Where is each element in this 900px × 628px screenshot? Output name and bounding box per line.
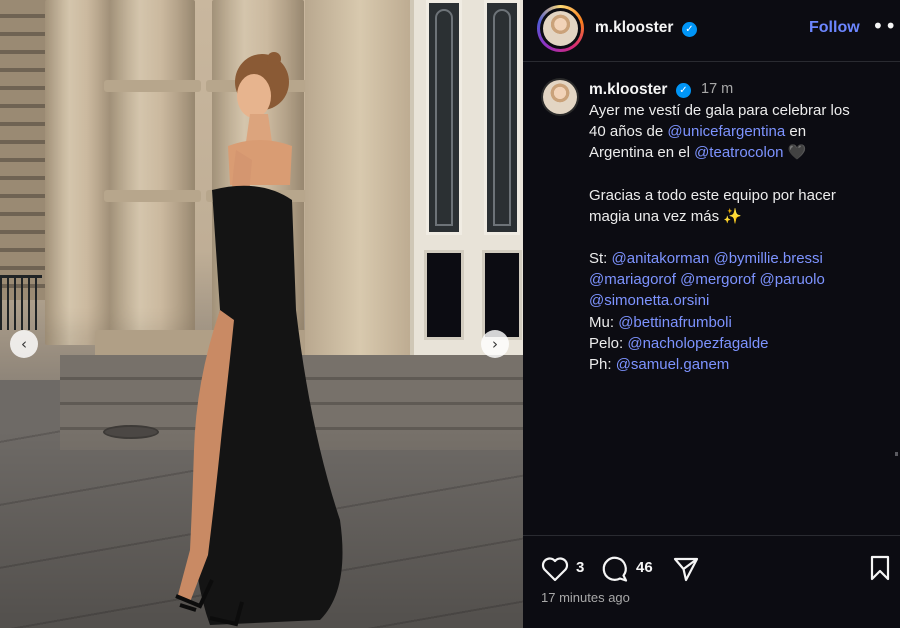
mention-link[interactable]: @mergorof — [680, 271, 755, 288]
background-building — [0, 0, 48, 300]
bookmark-icon[interactable] — [869, 555, 891, 581]
comment-count[interactable]: 46 — [636, 559, 653, 576]
column — [45, 0, 115, 345]
heart-icon[interactable] — [541, 556, 569, 582]
caption-line: Gracias a todo este equipo por hacer — [589, 185, 889, 206]
caption-text: en — [785, 123, 807, 141]
mention-link[interactable]: @samuel.ganem — [616, 356, 730, 373]
caption-line: St: @anitakorman @bymillie.bressi — [589, 248, 889, 269]
mention-link[interactable]: @simonetta.orsini — [589, 292, 709, 309]
caption-line: @simonetta.orsini — [589, 290, 889, 311]
post-header: m.klooster ✓ Follow ••• — [523, 0, 900, 62]
verified-badge-icon: ✓ — [682, 22, 697, 37]
carousel-prev-button[interactable]: ‹ — [10, 330, 38, 358]
author-username[interactable]: m.klooster — [595, 19, 673, 37]
caption-text: Gracias a todo este equipo por hacer — [589, 186, 836, 204]
author-avatar[interactable] — [537, 5, 584, 52]
iron-railing — [0, 275, 42, 330]
share-icon[interactable] — [672, 555, 700, 583]
caption-username[interactable]: m.klooster — [589, 81, 667, 99]
ornate-door — [410, 0, 523, 355]
caption-line: @mariagorof @mergorof @paruolo — [589, 269, 889, 290]
mention-link[interactable]: @bettinafrumboli — [618, 314, 732, 331]
follow-button[interactable]: Follow — [809, 19, 860, 37]
caption-text: 🖤 — [783, 144, 807, 162]
more-options-icon[interactable]: ••• — [872, 14, 900, 38]
caption-text: Mu: — [589, 313, 619, 331]
caption-text: Ayer me vestí de gala para celebrar los — [589, 102, 850, 119]
verified-badge-icon: ✓ — [676, 83, 691, 98]
mention-link[interactable]: @nacholopezfagalde — [627, 335, 768, 352]
caption-text: St: — [589, 250, 612, 268]
caption-line: magia una vez más ✨ — [589, 206, 889, 227]
post-details-panel: m.klooster ✓ Follow ••• m.klooster ✓ 17 … — [523, 0, 900, 628]
comment-icon[interactable] — [601, 555, 629, 583]
caption-text: 40 años de — [589, 123, 668, 141]
mention-link[interactable]: @teatrocolon — [694, 144, 783, 161]
post-caption: Ayer me vestí de gala para celebrar los 4… — [589, 100, 889, 375]
post-actions-bar: 3 46 17 minutes ago — [523, 535, 900, 628]
like-count[interactable]: 3 — [576, 559, 584, 576]
caption-text: Pelo: — [589, 334, 628, 352]
mention-link[interactable]: @bymillie.bressi — [713, 250, 822, 267]
caption-text: Ph: — [589, 356, 616, 374]
caption-line: Pelo: @nacholopezfagalde — [589, 333, 889, 354]
caption-line: Ph: @samuel.ganem — [589, 354, 889, 375]
carousel-next-button[interactable]: › — [481, 330, 509, 358]
post-timestamp: 17 minutes ago — [541, 590, 630, 605]
caption-line: Mu: @bettinafrumboli — [589, 312, 889, 333]
woman-in-black-gown — [175, 52, 343, 627]
caption-line: 40 años de @unicefargentina en — [589, 121, 889, 142]
mention-link[interactable]: @mariagorof — [589, 271, 676, 288]
caption-line: Argentina en el @teatrocolon 🖤 — [589, 142, 889, 163]
caption-line: Ayer me vestí de gala para celebrar los — [589, 100, 889, 121]
mention-link[interactable]: @paruolo — [760, 271, 825, 288]
caption-text: magia una vez más ✨ — [589, 207, 742, 225]
mention-link[interactable]: @anitakorman — [612, 250, 710, 267]
scroll-indicator — [895, 452, 898, 456]
caption-author-avatar[interactable] — [541, 78, 579, 116]
caption-text: Argentina en el — [589, 144, 695, 162]
mention-link[interactable]: @unicefargentina — [667, 123, 785, 140]
post-photo[interactable]: ‹ › — [0, 0, 523, 628]
post-time-ago: 17 m — [701, 81, 734, 97]
